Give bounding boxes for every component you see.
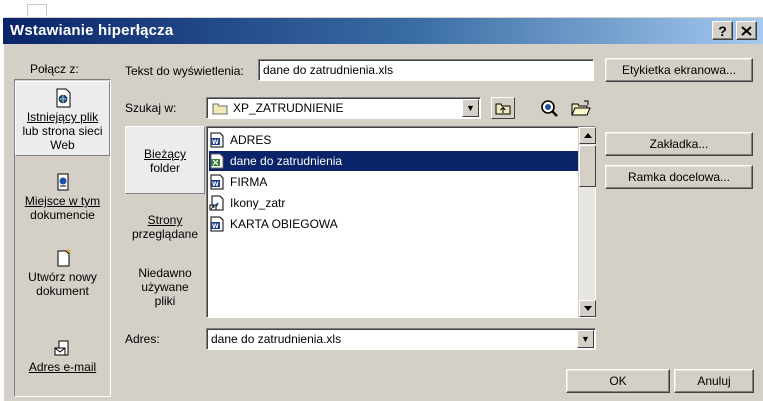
dialog-title: Wstawianie hiperłącza [10, 22, 174, 39]
screen-tip-button[interactable]: Etykietka ekranowa... [605, 58, 753, 82]
word-document-icon: W [210, 216, 224, 232]
folder-icon [212, 103, 228, 115]
svg-text:W: W [212, 139, 219, 146]
current-folder-tab[interactable]: Bieżący folder [125, 126, 205, 194]
nav-new-document[interactable]: Utwórz nowy dokument [15, 248, 110, 308]
cancel-button[interactable]: Anuluj [674, 369, 754, 393]
nav-existing-file-label-2: lub strona sieci [22, 124, 103, 138]
help-button[interactable]: ? [712, 21, 733, 40]
up-folder-icon [495, 103, 511, 115]
close-button[interactable] [736, 21, 757, 40]
browsed-pages-label-2: przeglądane [131, 227, 199, 241]
file-list[interactable]: W ADRES dane do zatrudnienia W FIRMA Iko… [206, 126, 596, 318]
shortcut-icon [209, 195, 224, 211]
look-in-combo[interactable]: XP_ZATRUDNIENIE ▼ [206, 97, 481, 119]
address-label: Adres: [125, 332, 160, 346]
list-item[interactable]: Ikony_zatr [209, 193, 579, 213]
svg-text:W: W [212, 223, 219, 230]
list-item[interactable]: W ADRES [209, 130, 579, 150]
look-in-label: Szukaj w: [125, 101, 177, 115]
email-address-icon [54, 340, 68, 356]
recent-files-label-3: pliki [154, 294, 176, 308]
display-text-input[interactable]: dane do zatrudnienia.xls [258, 59, 594, 81]
nav-email-address[interactable]: Adres e-mail [15, 338, 110, 388]
new-document-icon [57, 248, 71, 267]
scroll-down-button[interactable] [579, 300, 596, 317]
file-name: KARTA OBIEGOWA [230, 217, 338, 231]
file-name: FIRMA [230, 175, 268, 189]
display-text-label: Tekst do wyświetlenia: [125, 64, 244, 78]
file-name: dane do zatrudnienia [230, 154, 343, 168]
browse-web-button[interactable] [537, 97, 561, 119]
nav-existing-file-label-3: Web [50, 138, 75, 152]
file-list-scrollbar[interactable] [578, 127, 596, 317]
browsed-pages-tab[interactable]: Strony przeglądane [125, 213, 205, 247]
file-name: Ikony_zatr [230, 196, 286, 210]
list-item[interactable]: W KARTA OBIEGOWA [209, 214, 579, 234]
current-folder-label-1: Bieżący [143, 147, 187, 161]
look-in-value: XP_ZATRUDNIENIE [233, 101, 344, 115]
list-item[interactable]: dane do zatrudnienia [209, 151, 579, 171]
word-document-icon: W [210, 174, 224, 190]
existing-file-icon [56, 88, 70, 108]
look-in-dropdown-button[interactable]: ▼ [462, 99, 479, 117]
recent-files-label-1: Niedawno [138, 266, 192, 280]
word-document-icon: W [210, 132, 224, 148]
link-to-panel: Istniejący plik lub strona sieci Web Mie… [14, 79, 111, 397]
browsed-pages-label-1: Strony [147, 213, 183, 227]
place-in-document-icon [57, 173, 68, 191]
nav-new-doc-label-2: dokument [36, 284, 89, 298]
open-folder-icon [571, 100, 591, 116]
scroll-thumb[interactable] [579, 145, 596, 187]
list-item[interactable]: W FIRMA [209, 172, 579, 192]
target-frame-button[interactable]: Ramka docelowa... [605, 165, 753, 189]
nav-existing-file-label-1: Istniejący plik [26, 110, 99, 124]
nav-place-in-document[interactable]: Miejsce w tym dokumencie [15, 172, 110, 232]
address-value: dane do zatrudnienia.xls [211, 332, 342, 346]
bookmark-button[interactable]: Zakładka... [605, 132, 753, 156]
browse-file-button[interactable] [569, 97, 593, 119]
recent-files-tab[interactable]: Niedawno używane pliki [125, 266, 205, 314]
up-one-folder-button[interactable] [491, 97, 515, 119]
recent-files-label-2: używane [141, 280, 189, 294]
nav-place-label-2: dokumencie [30, 208, 95, 222]
nav-existing-file[interactable]: Istniejący plik lub strona sieci Web [15, 81, 110, 156]
background-edge [27, 4, 47, 16]
link-to-label: Połącz z: [30, 62, 79, 76]
nav-new-doc-label-1: Utwórz nowy [28, 270, 97, 284]
nav-email-label: Adres e-mail [28, 360, 97, 374]
web-search-icon [541, 100, 558, 117]
excel-document-icon [210, 153, 224, 169]
browse-sections-panel: Bieżący folder Strony przeglądane Niedaw… [125, 126, 205, 318]
arrow-up-icon [583, 133, 592, 138]
background-strip [0, 0, 763, 16]
ok-button[interactable]: OK [566, 369, 670, 393]
address-dropdown-button[interactable]: ▼ [577, 330, 594, 348]
close-icon [741, 25, 752, 36]
address-combo[interactable]: dane do zatrudnienia.xls ▼ [206, 328, 596, 350]
scroll-up-button[interactable] [579, 127, 596, 144]
current-folder-label-2: folder [149, 161, 181, 175]
arrow-down-icon [583, 306, 592, 311]
svg-text:W: W [212, 181, 219, 188]
nav-place-label-1: Miejsce w tym [24, 194, 101, 208]
file-name: ADRES [230, 133, 272, 147]
